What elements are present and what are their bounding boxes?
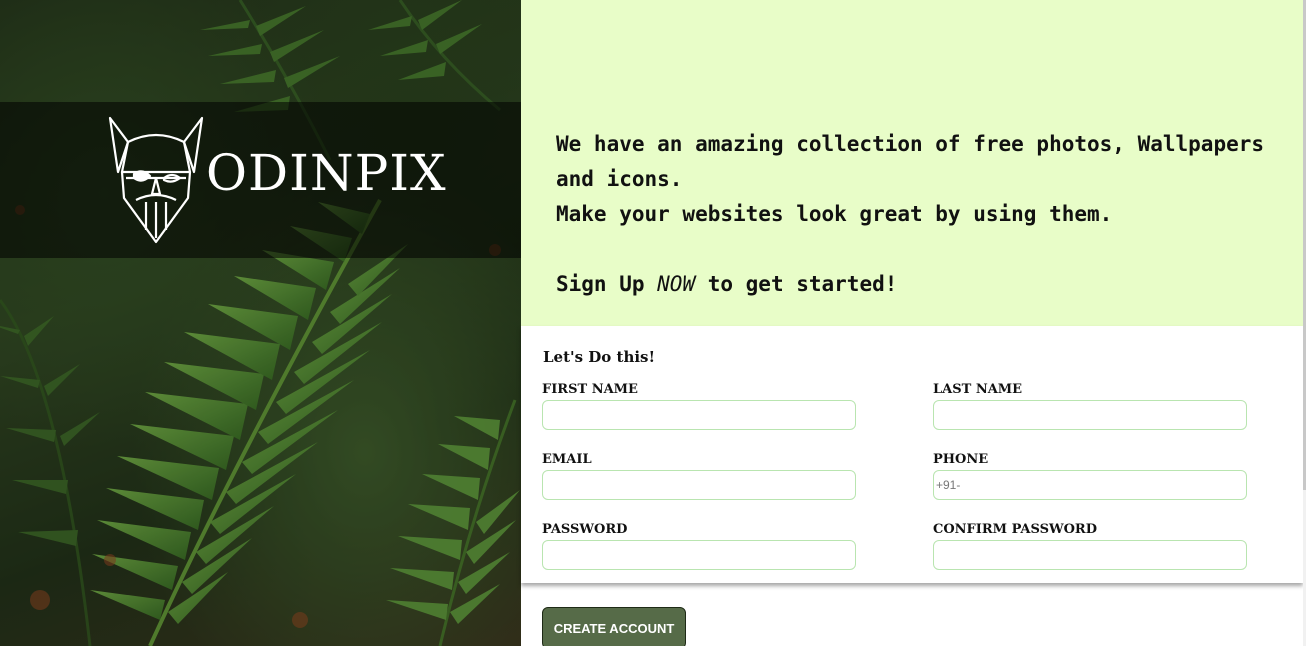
cta-prefix: Sign Up <box>556 272 658 296</box>
cta-emphasis: NOW <box>657 272 696 296</box>
brand-name: ODINPIX <box>206 144 447 202</box>
signup-form: Let's Do this! FIRST NAME LAST NAME EMAI… <box>521 326 1303 583</box>
phone-group: PHONE <box>933 452 1249 500</box>
intro-line-1: We have an amazing collection of free ph… <box>556 132 1265 191</box>
odin-helmet-icon <box>108 116 204 244</box>
signup-page: ODINPIX We have an amazing collection of… <box>0 0 1306 646</box>
cta-suffix: to get started! <box>695 272 898 296</box>
confirm-password-label: CONFIRM PASSWORD <box>933 522 1097 537</box>
email-group: EMAIL <box>542 452 858 500</box>
intro-cta: Sign Up NOW to get started! <box>556 267 1296 302</box>
confirm-password-input[interactable] <box>933 540 1247 570</box>
confirm-password-group: CONFIRM PASSWORD <box>933 522 1249 570</box>
last-name-group: LAST NAME <box>933 382 1249 430</box>
intro-text: We have an amazing collection of free ph… <box>556 127 1296 302</box>
password-input[interactable] <box>542 540 856 570</box>
password-label: PASSWORD <box>542 522 628 537</box>
intro-line-2: Make your websites look great by using t… <box>556 202 1113 226</box>
email-input[interactable] <box>542 470 856 500</box>
first-name-input[interactable] <box>542 400 856 430</box>
phone-label: PHONE <box>933 452 989 467</box>
first-name-label: FIRST NAME <box>542 382 638 397</box>
last-name-label: LAST NAME <box>933 382 1023 397</box>
fern-background-image: ODINPIX <box>0 0 521 646</box>
email-label: EMAIL <box>542 452 592 467</box>
first-name-group: FIRST NAME <box>542 382 858 430</box>
phone-input[interactable] <box>933 470 1247 500</box>
password-group: PASSWORD <box>542 522 858 570</box>
last-name-input[interactable] <box>933 400 1247 430</box>
intro-panel: We have an amazing collection of free ph… <box>521 0 1303 326</box>
form-title: Let's Do this! <box>543 348 656 366</box>
create-account-button[interactable]: CREATE ACCOUNT <box>542 607 686 646</box>
fern-leaves-illustration <box>0 0 521 646</box>
